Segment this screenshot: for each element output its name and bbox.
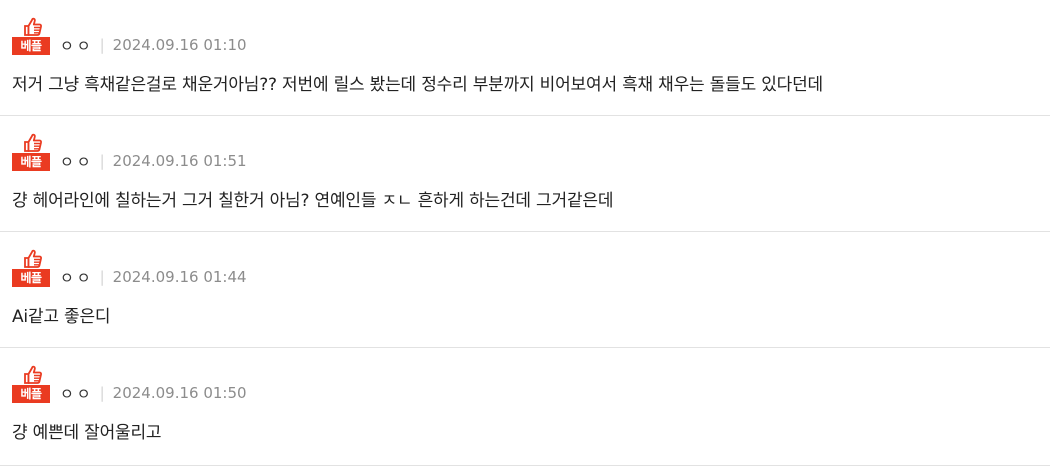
comment-item: 베플 ㅇㅇ | 2024.09.16 01:10 저거 그냥 흑채같은걸로 채운… bbox=[0, 0, 1050, 116]
comment-text: 걍 헤어라인에 칠하는거 그거 칠한거 아님? 연예인들 ㅈㄴ 흔하게 하는건데… bbox=[12, 191, 614, 211]
best-comment-badge: 베플 bbox=[12, 249, 52, 287]
thumbs-up-icon bbox=[24, 133, 42, 152]
comment-text: 저거 그냥 흑채같은걸로 채운거아님?? 저번에 릴스 봤는데 정수리 부분까지… bbox=[12, 75, 823, 95]
comment-item: 베플 ㅇㅇ | 2024.09.16 01:50 걍 예쁜데 잘어울리고 bbox=[0, 348, 1050, 466]
comment-date: 2024.09.16 01:51 bbox=[112, 152, 247, 170]
comment-author[interactable]: ㅇㅇ bbox=[60, 383, 94, 404]
comment-meta: ㅇㅇ | 2024.09.16 01:50 bbox=[60, 383, 247, 403]
thumbs-up-icon bbox=[24, 17, 42, 36]
comment-date: 2024.09.16 01:44 bbox=[112, 268, 247, 286]
thumbs-up-icon bbox=[24, 249, 42, 268]
best-label: 베플 bbox=[12, 153, 50, 171]
best-label: 베플 bbox=[12, 37, 50, 55]
comment-author[interactable]: ㅇㅇ bbox=[60, 35, 94, 56]
comment-item: 베플 ㅇㅇ | 2024.09.16 01:44 Ai같고 좋은디 bbox=[0, 232, 1050, 348]
comment-item: 베플 ㅇㅇ | 2024.09.16 01:51 걍 헤어라인에 칠하는거 그거… bbox=[0, 116, 1050, 232]
best-comment-badge: 베플 bbox=[12, 365, 52, 403]
comment-author[interactable]: ㅇㅇ bbox=[60, 267, 94, 288]
meta-separator: | bbox=[99, 268, 105, 286]
best-label: 베플 bbox=[12, 385, 50, 403]
comment-meta: ㅇㅇ | 2024.09.16 01:51 bbox=[60, 151, 247, 171]
comment-date: 2024.09.16 01:10 bbox=[112, 36, 247, 54]
best-label: 베플 bbox=[12, 269, 50, 287]
best-comment-badge: 베플 bbox=[12, 133, 52, 171]
best-comment-badge: 베플 bbox=[12, 17, 52, 55]
comment-text: Ai같고 좋은디 bbox=[12, 307, 111, 327]
thumbs-up-icon bbox=[24, 365, 42, 384]
comment-author[interactable]: ㅇㅇ bbox=[60, 151, 94, 172]
comment-meta: ㅇㅇ | 2024.09.16 01:44 bbox=[60, 267, 247, 287]
comment-text: 걍 예쁜데 잘어울리고 bbox=[12, 423, 162, 443]
meta-separator: | bbox=[99, 36, 105, 54]
meta-separator: | bbox=[99, 152, 105, 170]
comment-date: 2024.09.16 01:50 bbox=[112, 384, 247, 402]
meta-separator: | bbox=[99, 384, 105, 402]
comment-list: 베플 ㅇㅇ | 2024.09.16 01:10 저거 그냥 흑채같은걸로 채운… bbox=[0, 0, 1050, 466]
comment-meta: ㅇㅇ | 2024.09.16 01:10 bbox=[60, 35, 247, 55]
